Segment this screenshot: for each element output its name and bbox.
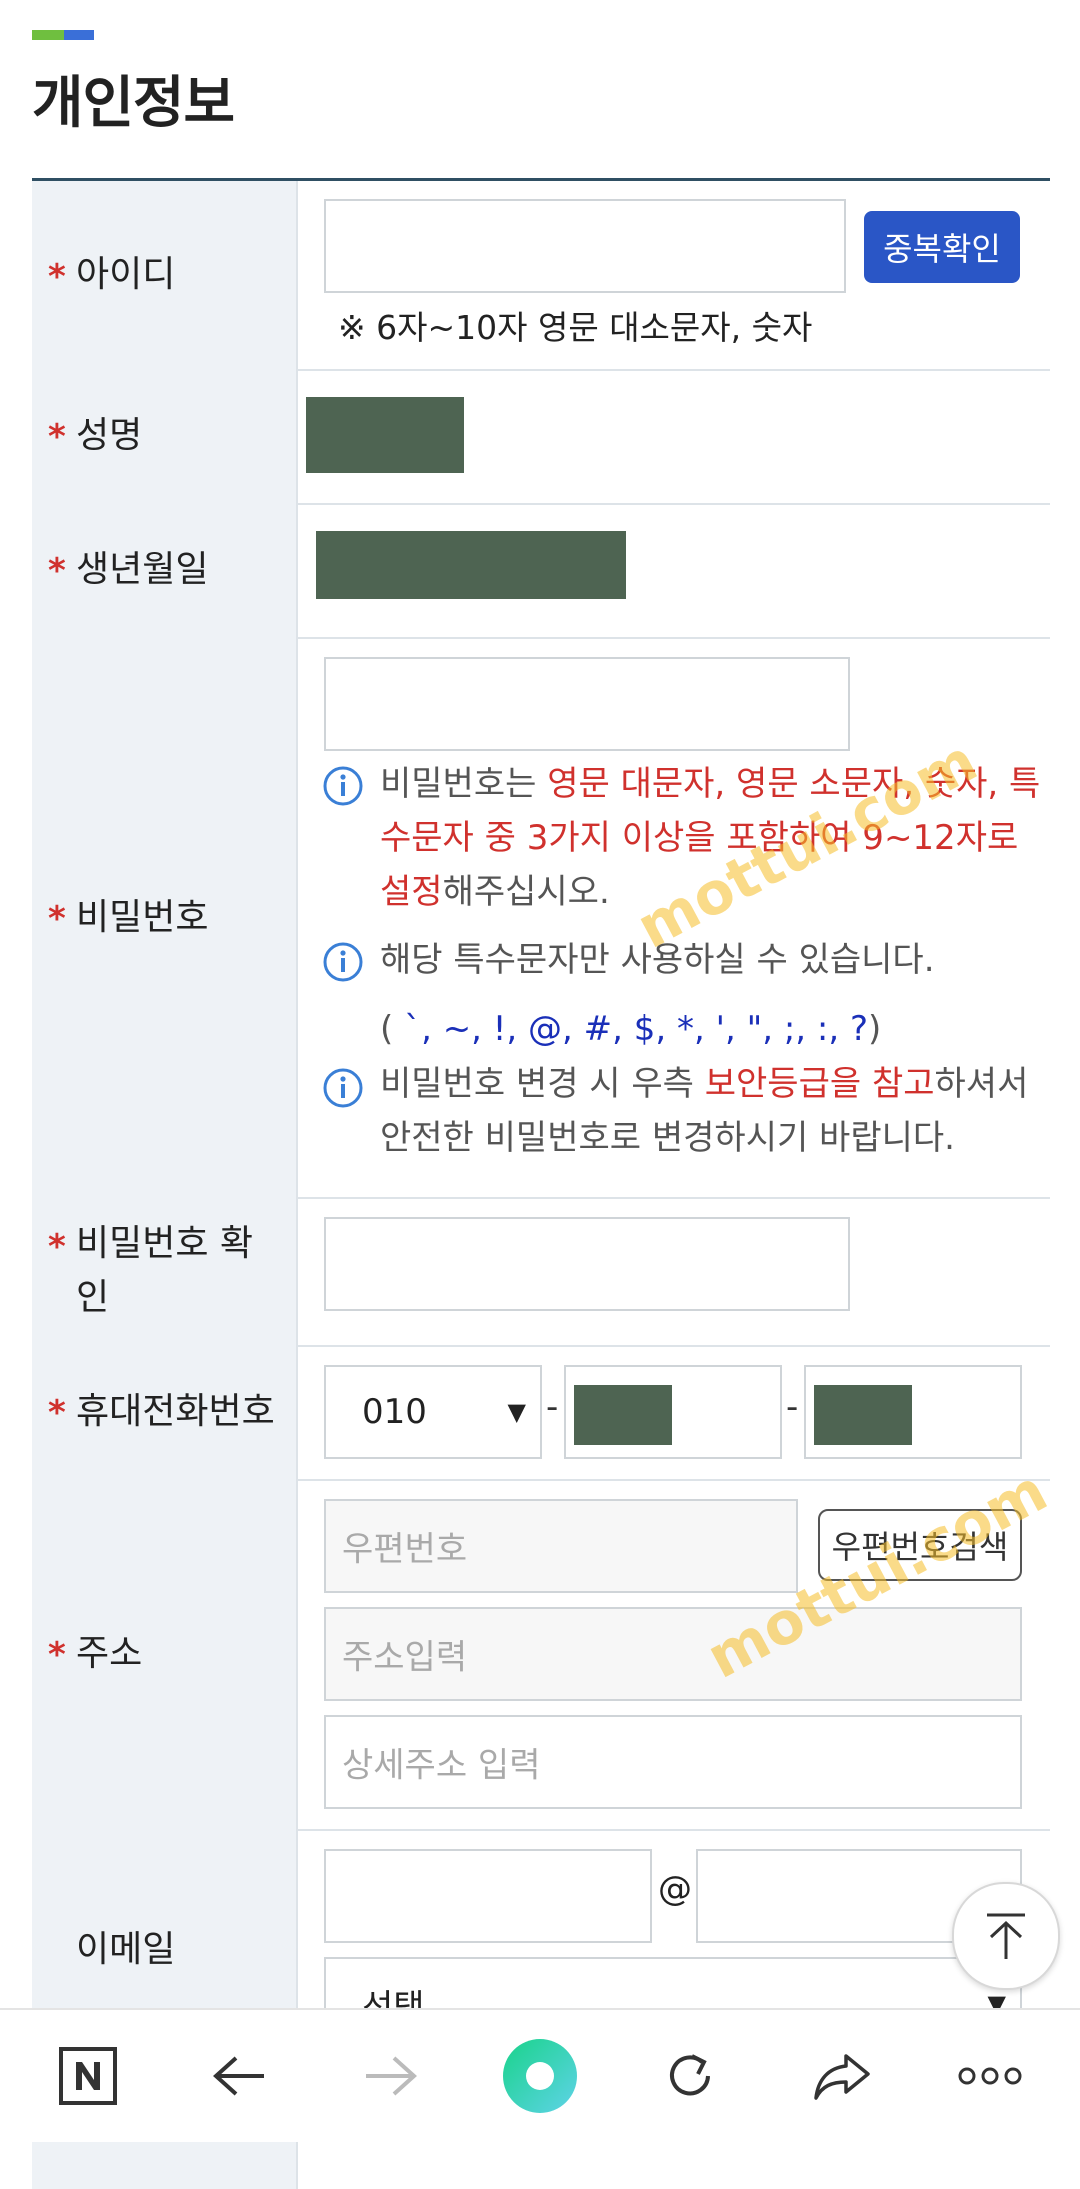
password-label-cell: * 비밀번호 (32, 637, 298, 1197)
id-label: 아이디 (76, 254, 176, 295)
password-confirm-label-cell: * 비밀번호 확 인 (32, 1197, 298, 1345)
info-icon (323, 942, 363, 982)
name-label-cell: * 성명 (32, 369, 298, 503)
naver-home-icon (59, 2047, 117, 2105)
change-highlight: 보안등급을 참고 (704, 1064, 935, 1104)
password-confirm-label-line1: 비밀번호 확 (76, 1223, 254, 1264)
info-icon (323, 1068, 363, 1108)
phone-separator: - (546, 1387, 559, 1427)
phone-prefix-select[interactable]: 010 ▼ (324, 1365, 542, 1459)
birth-row: * 생년월일 (32, 503, 1050, 639)
phone-label: 휴대전화번호 (76, 1391, 275, 1432)
password-rule-suffix: 해주십시오. (442, 872, 610, 912)
id-row: * 아이디 중복확인 ※ 6자~10자 영문 대소문자, 숫자 (32, 181, 1050, 371)
email-at-sign: @ (658, 1869, 692, 1909)
password-confirm-input[interactable] (324, 1217, 850, 1311)
address-detail-placeholder: 상세주소 입력 (342, 1745, 541, 1786)
phone-last-masked (814, 1385, 912, 1445)
birth-value-masked (316, 531, 626, 599)
special-chars-close: ) (868, 1009, 882, 1049)
duplicate-check-button[interactable]: 중복확인 (864, 211, 1020, 283)
required-mark: * (48, 417, 66, 457)
forward-arrow-icon (366, 2056, 417, 2096)
required-mark: * (48, 899, 66, 939)
required-mark: * (48, 1635, 66, 1675)
phone-middle-masked (574, 1385, 672, 1445)
id-note: ※ 6자~10자 영문 대소문자, 숫자 (338, 308, 813, 347)
nav-more[interactable] (930, 2010, 1050, 2142)
zip-input[interactable]: 우편번호 (324, 1499, 798, 1593)
green-dot-icon (503, 2039, 577, 2113)
birth-label: 생년월일 (76, 549, 209, 590)
password-rule-prefix: 비밀번호는 (380, 764, 548, 804)
arrow-up-icon (987, 1913, 1025, 1959)
email-local-input[interactable] (324, 1849, 652, 1943)
nav-forward[interactable] (330, 2010, 450, 2142)
nav-green-dot[interactable] (480, 2010, 600, 2142)
browser-bottom-bar (0, 2008, 1080, 2142)
name-label: 성명 (76, 415, 143, 456)
back-arrow-icon (213, 2056, 264, 2096)
dropdown-caret-icon: ▼ (507, 1398, 526, 1426)
special-chars-intro: 해당 특수문자만 사용하실 수 있습니다. (380, 940, 935, 980)
page-title: 개인정보 (32, 71, 235, 136)
change-suffix: 하셔서 (934, 1064, 1029, 1104)
phone-middle-input[interactable] (564, 1365, 782, 1459)
address-placeholder: 주소입력 (342, 1637, 468, 1678)
password-row: * 비밀번호 비밀번호는 영문 대문자, 영문 소문자, 숫자, 특수문자 중 … (32, 637, 1050, 1199)
required-mark: * (48, 551, 66, 591)
nav-share[interactable] (782, 2010, 902, 2142)
refresh-icon (670, 2054, 710, 2096)
phone-label-cell: * 휴대전화번호 (32, 1345, 298, 1479)
more-icon (958, 2067, 1022, 2085)
phone-last-input[interactable] (804, 1365, 1022, 1459)
password-input[interactable] (324, 657, 850, 751)
required-mark: * (48, 1227, 66, 1267)
title-accent-bar (32, 30, 94, 40)
password-confirm-label-line2: 인 (76, 1277, 110, 1318)
password-label: 비밀번호 (76, 897, 209, 938)
change-prefix: 비밀번호 변경 시 우측 (380, 1064, 705, 1104)
birth-label-cell: * 생년월일 (32, 503, 298, 637)
share-icon (814, 2054, 870, 2100)
required-mark: * (48, 1393, 66, 1433)
zip-search-button[interactable]: 우편번호검색 (818, 1509, 1022, 1581)
scroll-to-top-button[interactable] (952, 1882, 1060, 1990)
change-line2: 안전한 비밀번호로 변경하시기 바랍니다. (380, 1118, 955, 1158)
phone-row: * 휴대전화번호 010 ▼ - - (32, 1345, 1050, 1481)
password-rule-text: 비밀번호는 영문 대문자, 영문 소문자, 숫자, 특수문자 중 3가지 이상을… (380, 757, 1060, 919)
phone-prefix-value: 010 (362, 1392, 427, 1432)
special-chars: `, ~, !, @, #, $, *, ', ", ;, :, ? (393, 1009, 869, 1049)
address-row: * 주소 우편번호 우편번호검색 주소입력 상세주소 입력 (32, 1479, 1050, 1831)
special-chars-open: ( (380, 1009, 394, 1049)
address-input[interactable]: 주소입력 (324, 1607, 1022, 1701)
nav-back[interactable] (180, 2010, 300, 2142)
phone-separator: - (786, 1387, 799, 1427)
name-row: * 성명 (32, 369, 1050, 505)
name-value-masked (306, 397, 464, 473)
special-chars-list: ( `, ~, !, @, #, $, *, ', ", ;, :, ?) (380, 1009, 881, 1049)
zip-placeholder: 우편번호 (342, 1529, 468, 1570)
password-change-text: 비밀번호 변경 시 우측 보안등급을 참고하셔서 안전한 비밀번호로 변경하시기… (380, 1057, 1060, 1165)
nav-refresh[interactable] (630, 2010, 750, 2142)
required-mark: * (48, 257, 66, 297)
address-label: 주소 (76, 1633, 143, 1674)
email-label: 이메일 (76, 1929, 176, 1970)
id-label-cell: * 아이디 (32, 181, 298, 369)
address-label-cell: * 주소 (32, 1479, 298, 1829)
info-icon (323, 766, 363, 806)
password-confirm-row: * 비밀번호 확 인 (32, 1197, 1050, 1347)
nav-naver-home[interactable] (28, 2010, 148, 2142)
address-detail-input[interactable]: 상세주소 입력 (324, 1715, 1022, 1809)
id-input[interactable] (324, 199, 846, 293)
